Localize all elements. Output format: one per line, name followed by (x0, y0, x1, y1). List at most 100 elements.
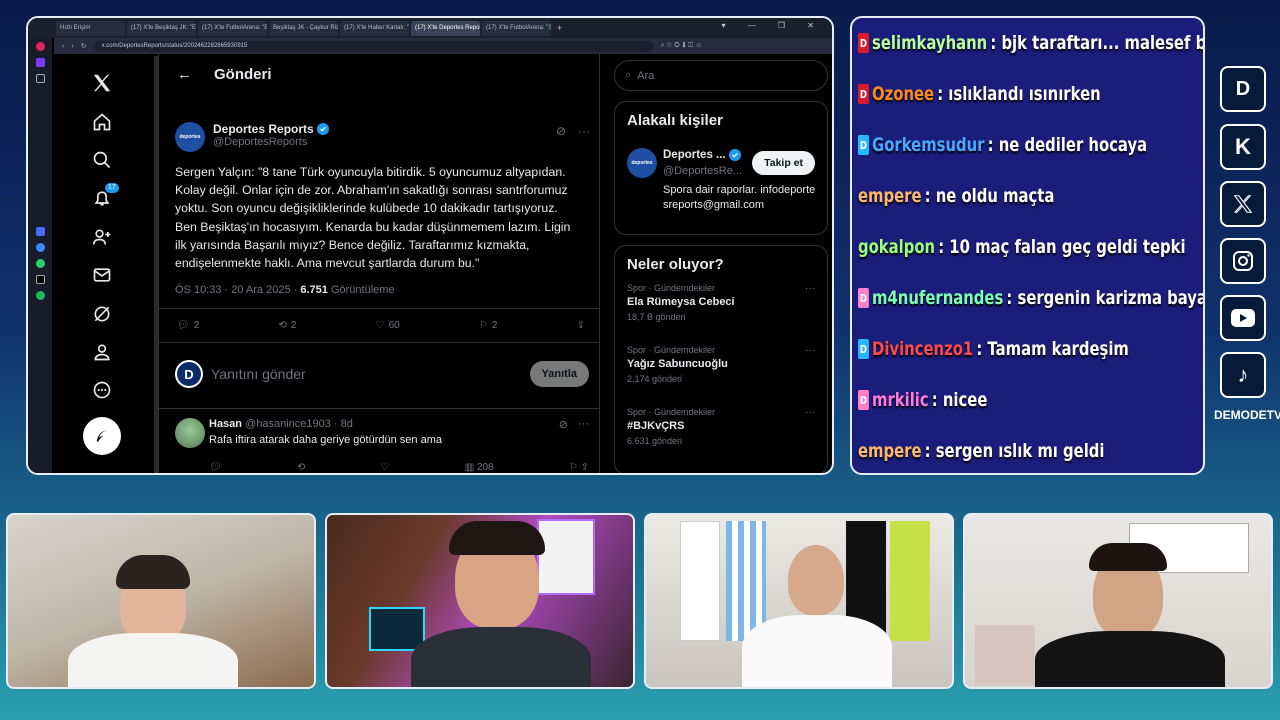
forward-icon[interactable]: › (71, 43, 73, 50)
tab-futbolarena[interactable]: (17) X'te FutbolArena: "B (198, 20, 267, 36)
trend-item[interactable]: Spor · Gündemdekiler Ela Rümeysa Cebeci … (615, 283, 827, 345)
comment-views[interactable]: ▥ 208 (465, 462, 494, 473)
gem-badge-icon: D (858, 339, 869, 359)
chat-username[interactable]: Divincenzo1 (872, 338, 973, 360)
follow-button[interactable]: Takip et (752, 151, 815, 175)
aria-icon[interactable] (35, 227, 45, 236)
trend-category: Spor · Gündemdekiler (627, 283, 716, 293)
share-action[interactable]: ⇪ (577, 320, 585, 331)
related-bio: Spora dair raporlar. infodeportesreports… (663, 184, 816, 211)
chat-username[interactable]: gokalpon (858, 236, 935, 258)
x-logo-icon[interactable] (80, 64, 124, 102)
tiktok-icon: ♪ (1220, 352, 1266, 398)
like-action[interactable]: ♡ 60 (376, 320, 400, 331)
profile-icon[interactable] (80, 333, 124, 371)
url-field[interactable]: x.com/DeportesReports/status/20024622828… (93, 40, 654, 52)
chat-username[interactable]: Gorkemsudur (872, 134, 984, 156)
comment-more-icon[interactable]: ··· (578, 418, 589, 431)
related-user[interactable]: deportes Deportes ... @DeportesRe... Tak… (615, 139, 827, 234)
heart-icon: ♡ (375, 320, 385, 331)
trend-more-icon[interactable]: ··· (805, 283, 815, 294)
reply-button[interactable]: Yanıtla (529, 361, 589, 387)
new-tab-icon[interactable]: + (557, 23, 562, 33)
x-sidebar-icon[interactable] (35, 275, 45, 284)
divider (159, 308, 599, 309)
commenter-avatar[interactable] (175, 418, 205, 448)
opera-logo-icon[interactable] (35, 42, 45, 51)
tweet-more-icon[interactable]: ··· (578, 124, 590, 138)
chat-username[interactable]: selimkayhann (872, 32, 987, 54)
tab-haber-kartali[interactable]: (17) X'te Haber Kartalı: "A (340, 20, 409, 36)
views-icon: ▥ (464, 462, 477, 473)
grok-explain-icon[interactable]: ⊘ (556, 124, 566, 138)
user-avatar[interactable]: D (175, 360, 203, 388)
chat-message: empere : sergen ıslık mı geldi (858, 431, 1104, 471)
grok-icon[interactable] (80, 294, 124, 332)
channel-name: DEMODETV (1214, 408, 1280, 422)
author-name[interactable]: Deportes Reports (213, 122, 314, 136)
tab-deportes-reports[interactable]: (17) X'te Deportes Reports (411, 20, 480, 36)
tab-besiktas-rize[interactable]: Beşiktaş JK - Çaykur Rizes (269, 20, 338, 36)
whatsapp-icon[interactable] (35, 259, 45, 268)
chat-username[interactable]: m4nufernandes (872, 287, 1003, 309)
toolbar-icons[interactable]: ⌕ ☆ ◎ ⬇ ◫ ☺ (661, 42, 703, 50)
retweet-icon[interactable]: ⟲ (297, 462, 305, 473)
notifications-icon[interactable]: 17 (80, 179, 124, 217)
kick-icon: K (1220, 124, 1266, 170)
author-handle[interactable]: @DeportesReports (213, 136, 329, 148)
workspace-icon[interactable] (35, 58, 45, 67)
bookmark-count: 2 (491, 320, 498, 331)
x-icon (1220, 181, 1266, 227)
explore-icon[interactable] (80, 141, 124, 179)
trend-item[interactable]: Spor · Gündemdekiler Yağız Sabuncuoğlu 2… (615, 345, 827, 407)
messages-icon[interactable] (80, 256, 124, 294)
search-box[interactable]: ⌕ Ara (614, 60, 828, 91)
related-avatar[interactable]: deportes (627, 148, 657, 178)
chat-username[interactable]: empere (858, 440, 922, 462)
tweet-time[interactable]: ÖS 10:33 · 20 Ara 2025 · (175, 284, 300, 296)
reload-icon[interactable]: ↻ (81, 42, 87, 50)
tab-besiktas[interactable]: (17) X'te Beşiktaş JK: "Evi (127, 20, 196, 36)
search-icon: ⌕ (625, 69, 632, 81)
grok-explain-icon[interactable]: ⊘ (559, 418, 568, 431)
heart-icon[interactable]: ♡ (381, 462, 390, 473)
home-icon[interactable] (35, 74, 45, 83)
reply-icon[interactable]: 💬︎ (209, 462, 222, 473)
compose-post-button[interactable] (83, 416, 121, 455)
more-icon[interactable] (80, 371, 124, 409)
trend-item[interactable]: Spor · Gündemdekiler #BJKvÇRS 6.631 gönd… (615, 407, 827, 469)
sub-badge-icon: D (858, 288, 869, 308)
tab-quick-access[interactable]: Hızlı Erişim (56, 20, 125, 36)
trend-more-icon[interactable]: ··· (805, 407, 815, 418)
spotify-icon[interactable] (35, 291, 45, 300)
search-input[interactable]: Ara (637, 70, 654, 82)
bookmark-icon[interactable]: ⚐ ⇪ (569, 462, 589, 473)
webcam-feed-3 (644, 513, 954, 689)
window-controls[interactable]: ▾ — ❐ ✕ (721, 21, 824, 30)
trend-more-icon[interactable]: ··· (805, 345, 815, 356)
reply-action[interactable]: 💬︎ 2 (177, 320, 199, 331)
kick-badge-icon: D (858, 84, 869, 104)
author-avatar[interactable]: deportes (175, 122, 205, 152)
messenger-icon[interactable] (35, 243, 45, 252)
chat-username[interactable]: Ozonee (872, 83, 934, 105)
reply-input[interactable]: Yanıtını gönder (211, 366, 522, 382)
follow-icon[interactable] (80, 218, 124, 256)
chat-username[interactable]: mrkilic (872, 389, 929, 411)
tab-futbolarena-2[interactable]: (17) X'te FutbolArena: "Se (482, 20, 551, 36)
chat-message: Dselimkayhann : bjk taraftarı... malesef… (858, 23, 1203, 63)
back-arrow-icon[interactable]: ← (177, 66, 192, 83)
chat-username[interactable]: empere (858, 185, 922, 207)
sub-badge-icon: D (858, 390, 869, 410)
trends-box: Neler oluyor? Spor · Gündemdekiler Ela R… (614, 245, 828, 473)
bookmark-action[interactable]: ⚐ 2 (479, 320, 498, 331)
back-icon[interactable]: ‹ (62, 43, 64, 50)
retweet-action[interactable]: ⟲ 2 (278, 320, 296, 331)
chat-text: : ıslıklandı ısınırken (937, 83, 1101, 105)
home-nav-icon[interactable] (80, 102, 124, 140)
retweet-icon: ⟲ (278, 320, 287, 331)
chat-text: : ne dediler hocaya (987, 134, 1148, 156)
related-name[interactable]: Deportes ... (663, 149, 726, 161)
bookmark-icon: ⚐ (478, 320, 488, 331)
commenter-name[interactable]: Hasan (209, 418, 242, 430)
